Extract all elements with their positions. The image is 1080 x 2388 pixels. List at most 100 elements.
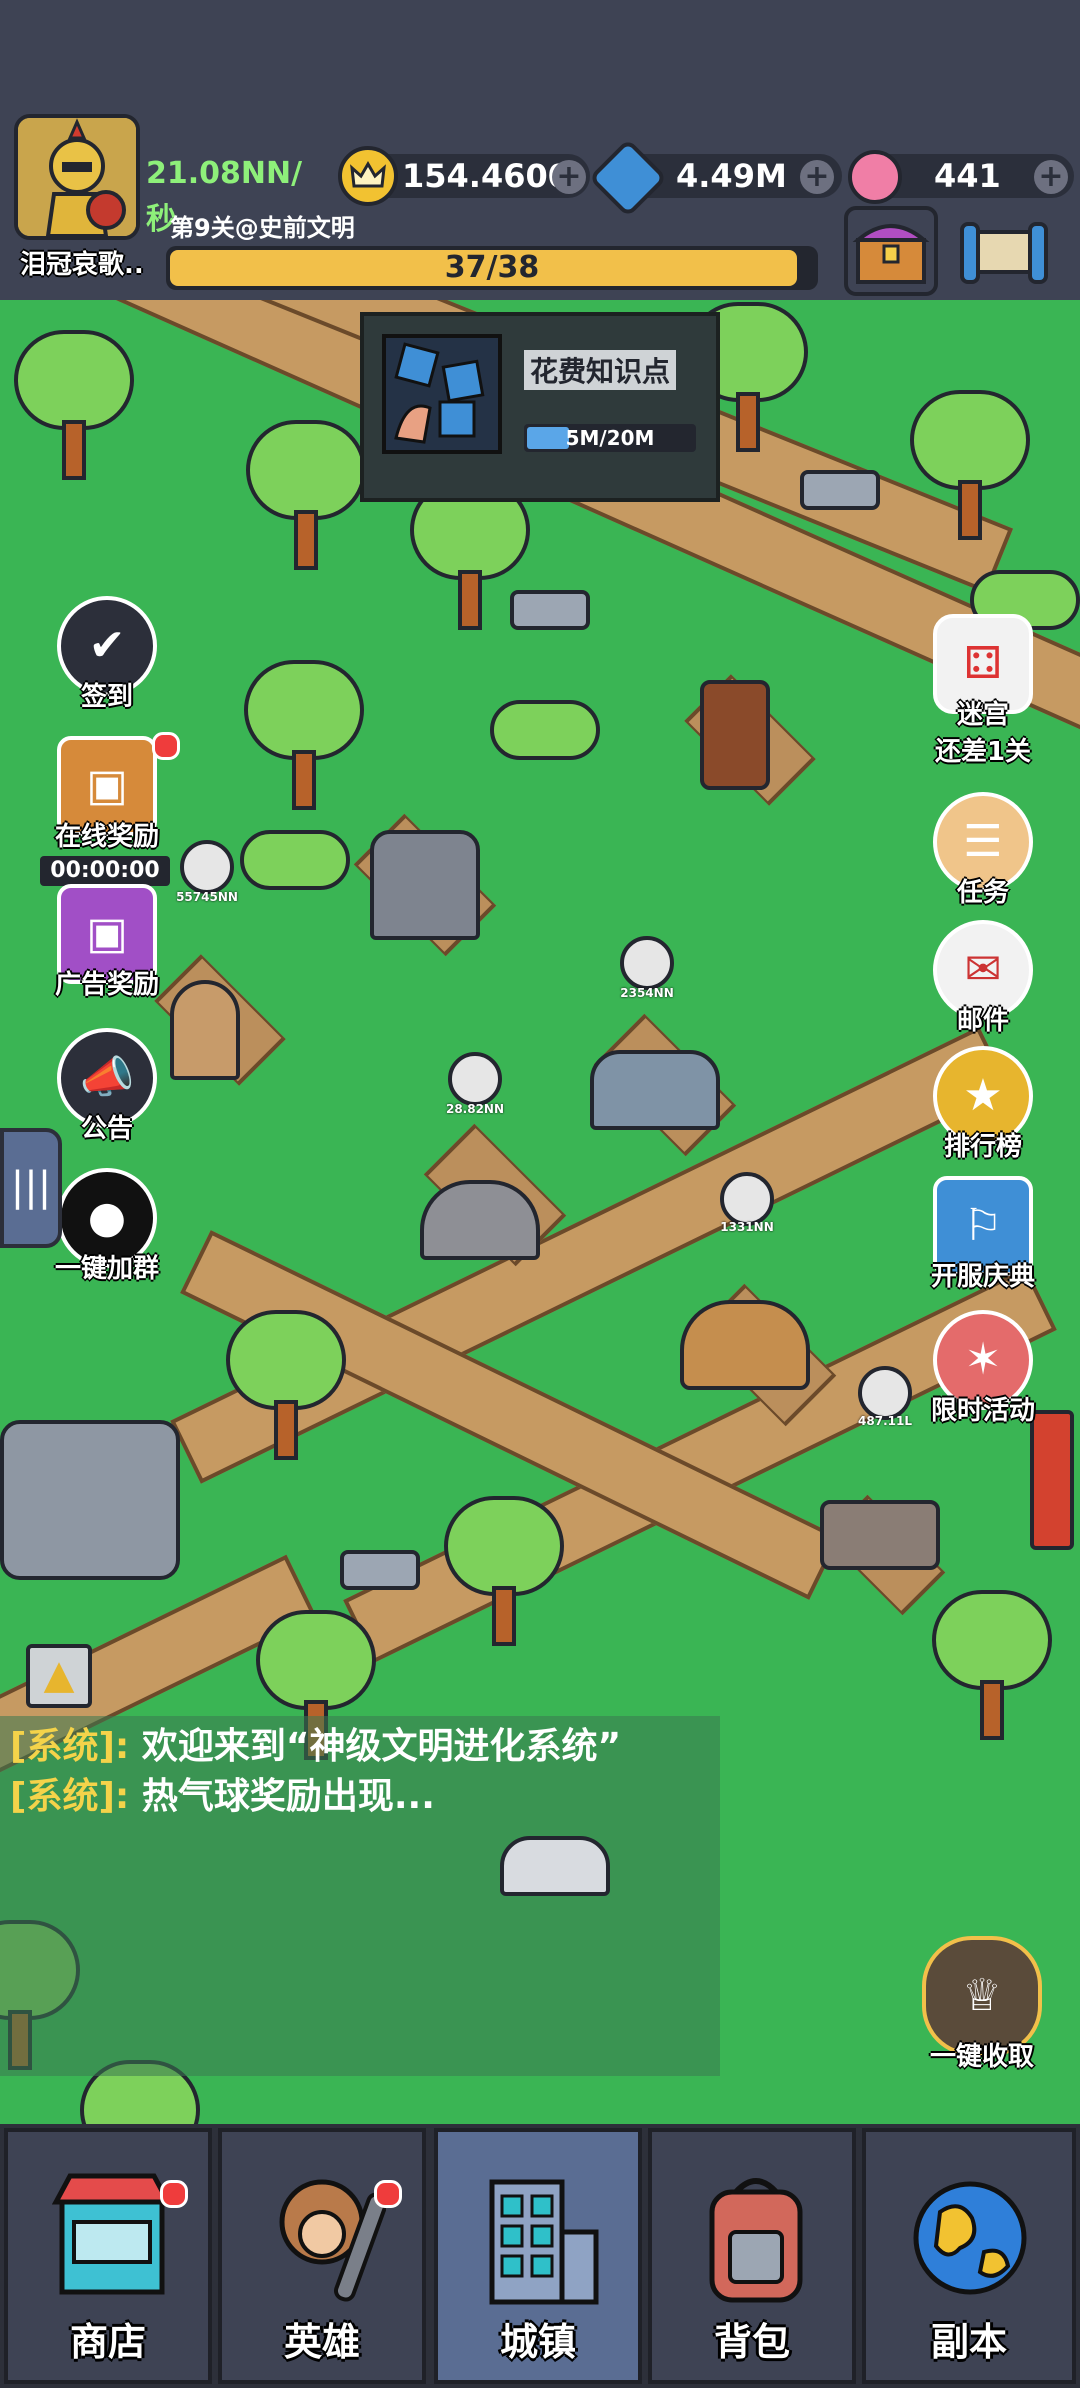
tree [246,420,366,570]
crown-income-badge[interactable] [720,1172,774,1226]
chat-line: [系统]: 热气球奖励出现... [0,1772,720,1822]
chat-message: 欢迎来到“神级文明进化系统” [141,1726,622,1767]
crown-icon [338,146,398,206]
treasure-chest-button[interactable] [844,206,938,296]
building-value-5: 487.11L [858,1414,912,1428]
nav-dungeon[interactable]: 副本 [862,2128,1076,2384]
maze-label: 迷宫 [956,700,1009,730]
online-reward-label: 在线奖励 [54,822,159,852]
caveman-hero-icon [279,2179,386,2302]
knowledge-cost-tooltip: 花费知识点 5M/20M [360,312,720,502]
tree [244,660,364,810]
globe-icon [913,2181,1027,2295]
rock [510,590,590,630]
crown-income-badge[interactable] [620,936,674,990]
bush [490,700,600,760]
map-scroll-icon [960,222,1048,284]
online-reward-button[interactable]: ▣ 在线奖励 [52,732,180,853]
stage-label: 第9关@史前文明 [170,214,355,242]
candy-plus-button[interactable]: + [1034,160,1068,194]
player-avatar[interactable] [14,114,140,240]
notification-dot [152,732,180,760]
chat-system-tag: [系统]: [10,1726,130,1767]
checkin-button[interactable]: ✔ 签到 [52,596,162,713]
limited-event-label: 限时活动 [930,1396,1035,1426]
side-drawer-handle[interactable]: ||| [0,1128,62,1248]
building-value-2: 2354NN [620,986,674,1000]
server-celebration-button[interactable]: ⚐ 开服庆典 [918,1176,1048,1293]
crown-income-badge[interactable] [858,1366,912,1420]
notification-dot [374,2180,402,2208]
nav-backpack[interactable]: 背包 [648,2128,856,2384]
city-buildings-icon [489,2179,599,2305]
server-celebration-label: 开服庆典 [930,1262,1035,1292]
mail-label: 邮件 [956,1006,1009,1036]
limited-event-button[interactable]: ✶ 限时活动 [918,1310,1048,1427]
stage-progress-bar: 37/38 [166,246,818,290]
nav-shop[interactable]: 商店 [4,2128,212,2384]
join-group-label: 一键加群 [54,1254,159,1284]
chat-message: 热气球奖励出现... [141,1776,435,1817]
hut-building[interactable] [170,980,240,1080]
online-reward-timer: 00:00:00 [40,856,170,886]
chat-collapse-button[interactable]: ▲ [26,1644,92,1708]
nav-town-label: 城镇 [499,2320,576,2364]
ad-reward-button[interactable]: ▣ 广告奖励 [52,884,162,1001]
stone-houses-building[interactable] [590,1050,720,1130]
altar-building[interactable] [820,1500,940,1570]
chat-line: [系统]: 欢迎来到“神级文明进化系统” [0,1722,720,1772]
shop-icon [52,2173,172,2295]
tooltip-progress-text: 5M/20M [565,426,655,450]
nav-heroes-label: 英雄 [283,2320,360,2364]
ranking-label: 排行榜 [943,1132,1022,1162]
gem-plus-button[interactable]: + [800,160,834,194]
maze-sublabel: 还差1关 [934,737,1032,767]
top-bar: 泪冠哀歌.. 21.08NN/秒 154.4600 + 4.49M + 441 … [0,0,1080,300]
nav-dungeon-label: 副本 [930,2320,1007,2364]
nav-shop-label: 商店 [69,2320,146,2364]
nav-backpack-label: 背包 [713,2320,790,2364]
backpack-icon [709,2178,803,2303]
nav-heroes[interactable]: 英雄 [218,2128,426,2384]
collect-all-label: 一键收取 [929,2042,1034,2072]
great-tree-building[interactable] [700,680,770,790]
tooltip-progress-bar: 5M/20M [524,424,696,452]
checkin-label: 签到 [80,682,133,712]
tree [444,1496,564,1646]
mail-button[interactable]: ✉ 邮件 [928,920,1038,1037]
building-value-1: 55745NN [176,890,238,904]
totem-building[interactable] [1030,1410,1074,1550]
bush [240,830,350,890]
join-group-button[interactable]: ● 一键加群 [52,1168,162,1285]
cave-building[interactable] [420,1180,540,1260]
boulder [0,1420,180,1580]
rock [340,1550,420,1590]
ranking-button[interactable]: ★ 排行榜 [928,1046,1038,1163]
map-scroll-button[interactable] [954,206,1054,296]
building-value-4: 1331NN [720,1220,774,1234]
notice-button[interactable]: 📣 公告 [52,1028,162,1145]
tree [932,1590,1052,1740]
tree [910,390,1030,540]
crown-income-badge[interactable] [180,840,234,894]
building-value-3: 28.82NN [445,1102,505,1116]
candy-icon [848,150,902,204]
notice-label: 公告 [80,1114,133,1144]
tooltip-title: 花费知识点 [524,350,677,390]
collect-all-button[interactable]: ♕ 一键收取 [912,1936,1052,2073]
chat-panel[interactable]: [系统]: 欢迎来到“神级文明进化系统” [系统]: 热气球奖励出现... [0,1716,720,2076]
nav-town[interactable]: 城镇 [434,2128,642,2384]
stage-progress-text: 37/38 [444,250,540,285]
tasks-label: 任务 [956,878,1009,908]
tree [226,1310,346,1460]
forge-building[interactable] [370,830,480,940]
bottom-navigation: 商店 英雄 城镇 背包 副本 [0,2124,1080,2388]
tasks-button[interactable]: ☰ 任务 [928,792,1038,909]
crown-plus-button[interactable]: + [552,160,586,194]
crown-income-badge[interactable] [448,1052,502,1106]
fossil-bones [500,1836,610,1896]
tribal-hall-building[interactable] [680,1300,810,1390]
knowledge-icon [382,334,502,454]
gem-icon [588,138,668,218]
maze-button[interactable]: ⚃ 迷宫 还差1关 [928,614,1038,768]
